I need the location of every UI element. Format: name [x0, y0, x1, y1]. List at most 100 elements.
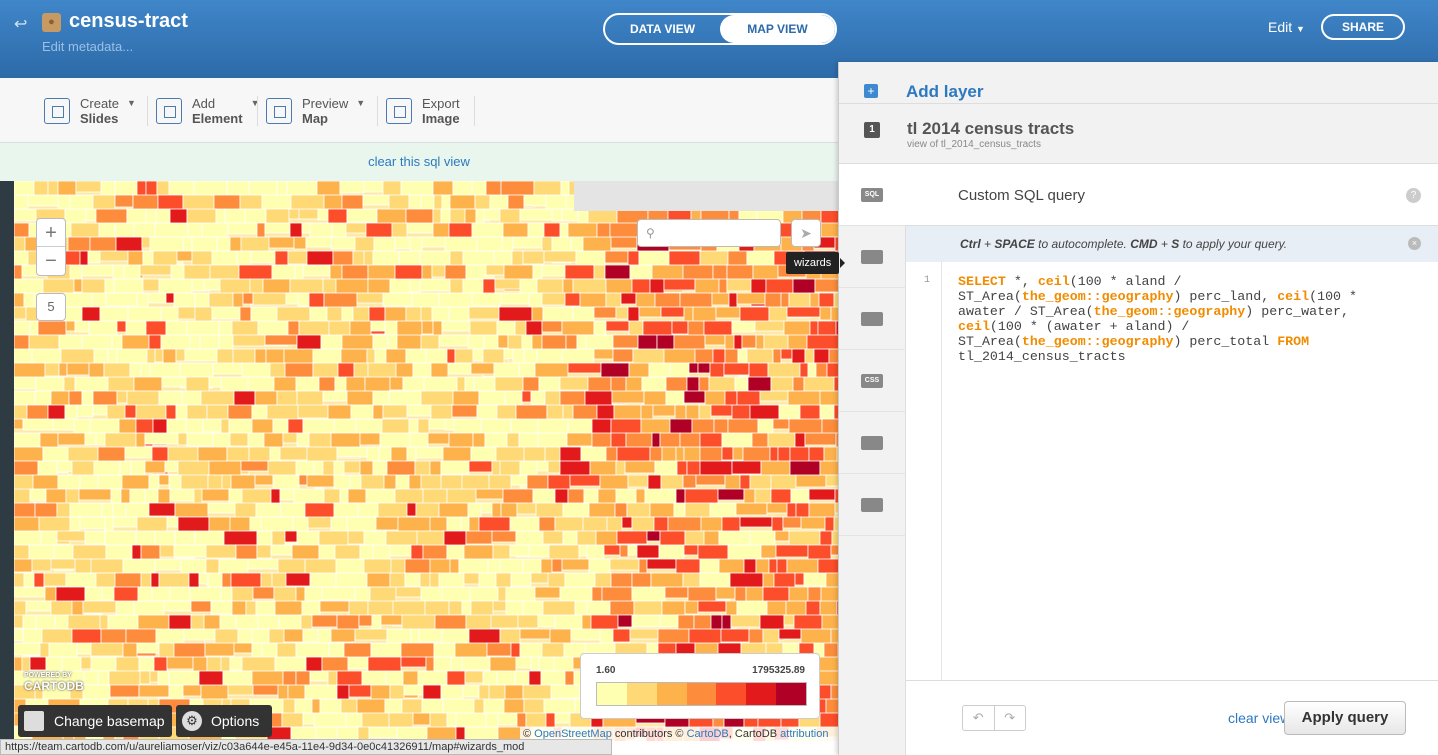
census-tract-shape: [361, 670, 387, 686]
census-tract-shape: [347, 656, 369, 670]
preview-map-button[interactable]: Preview Map ▼: [266, 94, 365, 128]
census-tract-shape: [593, 348, 614, 360]
census-tract-shape: [81, 264, 114, 277]
apply-query-button[interactable]: Apply query: [1284, 701, 1406, 735]
census-tract-shape: [774, 530, 790, 542]
options-label: Options: [211, 713, 260, 729]
tab-map-view[interactable]: MAP VIEW: [720, 15, 835, 43]
census-tract-shape: [50, 558, 76, 570]
sql-keyword: SELECT: [958, 274, 1006, 289]
zoom-in-button[interactable]: +: [37, 219, 65, 247]
census-tract-shape: [227, 222, 258, 235]
tab-legend[interactable]: [839, 412, 906, 474]
tab-wizard[interactable]: [839, 226, 906, 288]
census-tract-shape: [116, 320, 127, 333]
census-tract-shape: [581, 614, 592, 632]
census-tract-shape: [415, 446, 444, 459]
carto-link[interactable]: CartoDB: [687, 728, 729, 740]
census-tract-shape: [468, 306, 500, 320]
census-tract-shape: [564, 292, 581, 307]
lock-icon[interactable]: ●: [42, 13, 61, 32]
census-tract-shape: [14, 418, 24, 430]
census-tract-shape: [409, 278, 421, 293]
census-tract-shape: [198, 670, 224, 688]
help-icon[interactable]: ?: [1406, 188, 1421, 203]
add-layer-button[interactable]: Add layer: [906, 82, 983, 102]
census-tract-shape: [543, 250, 577, 263]
census-tract-shape: [294, 698, 313, 716]
census-tract-shape: [717, 488, 745, 501]
element-icon: [156, 98, 182, 124]
census-tract-shape: [704, 334, 726, 346]
census-tract-shape: [782, 516, 802, 529]
close-icon[interactable]: ×: [1408, 237, 1421, 250]
census-tract-shape: [335, 278, 369, 295]
clear-sql-view-link[interactable]: clear this sql view: [0, 143, 838, 181]
create-slides-button[interactable]: Create Slides ▼: [44, 94, 136, 128]
census-tract-shape: [503, 348, 514, 360]
census-tract-shape: [57, 181, 77, 197]
census-tract-shape: [168, 670, 200, 686]
clear-view-link[interactable]: clear view: [1228, 710, 1290, 726]
tab-sql[interactable]: SQL: [839, 164, 906, 226]
zoom-out-button[interactable]: −: [37, 247, 65, 275]
census-tract-shape: [366, 572, 391, 590]
back-arrow-icon[interactable]: ↩: [14, 14, 27, 34]
census-tract-shape: [627, 474, 649, 488]
census-tract-shape: [389, 684, 405, 702]
tab-filters[interactable]: [839, 474, 906, 536]
edit-dropdown[interactable]: Edit ▼: [1268, 19, 1305, 35]
search-icon: ⚲: [646, 226, 655, 240]
census-tract-shape: [44, 586, 57, 602]
census-tract-shape: [562, 530, 578, 548]
census-tract-shape: [446, 670, 466, 687]
change-basemap-button[interactable]: Change basemap: [18, 705, 172, 737]
tab-infowindow[interactable]: [839, 288, 906, 350]
census-tract-shape: [84, 432, 97, 446]
sql-editor[interactable]: 1 SELECT *, ceil(100 * aland / ST_Area(th…: [906, 262, 1438, 680]
tab-css[interactable]: CSS: [839, 350, 906, 412]
census-tract-shape: [496, 404, 517, 420]
census-tract-shape: [43, 572, 67, 587]
share-location-button[interactable]: ➤: [791, 219, 821, 247]
census-tract-shape: [322, 390, 348, 402]
census-tract-shape: [268, 236, 295, 249]
map-search-input[interactable]: [662, 223, 774, 243]
census-tract-shape: [199, 334, 220, 350]
sql-keyword: the_geom::geography: [1021, 289, 1174, 304]
census-tract-shape: [612, 628, 631, 643]
undo-button[interactable]: ↶: [963, 706, 995, 730]
export-image-button[interactable]: Export Image: [386, 94, 460, 128]
census-tract-shape: [516, 502, 537, 515]
census-tract-shape: [25, 600, 52, 612]
census-tract-shape: [620, 292, 637, 305]
code-line: ceil(100 * (awater + aland) /: [958, 319, 1428, 334]
map-search[interactable]: ⚲: [637, 219, 781, 247]
attribution-link[interactable]: attribution: [780, 728, 828, 740]
tool-label: Export: [422, 96, 460, 111]
census-tract-shape: [648, 362, 671, 378]
add-layer-row[interactable]: + Add layer: [839, 62, 1438, 104]
edit-metadata-link[interactable]: Edit metadata...: [42, 39, 133, 54]
legend-swatch: [626, 683, 657, 705]
census-tract-shape: [463, 572, 480, 585]
layer-name[interactable]: tl 2014 census tracts: [907, 119, 1074, 139]
options-button[interactable]: ⚙ Options: [176, 705, 272, 737]
census-tract-shape: [509, 544, 530, 557]
census-tract-shape: [302, 712, 315, 725]
census-tract-shape: [14, 586, 46, 598]
share-button[interactable]: SHARE: [1321, 14, 1405, 40]
page-title[interactable]: census-tract: [69, 10, 188, 33]
tab-data-view[interactable]: DATA VIEW: [605, 15, 720, 43]
add-element-button[interactable]: Add Element ▼: [156, 94, 260, 128]
census-tract-shape: [551, 208, 563, 222]
redo-button[interactable]: ↷: [995, 706, 1026, 730]
sql-code[interactable]: SELECT *, ceil(100 * aland / ST_Area(the_…: [958, 274, 1428, 364]
census-tract-shape: [394, 236, 411, 250]
census-tract-shape: [687, 586, 717, 603]
census-tract-shape: [31, 558, 52, 572]
plus-icon: +: [864, 84, 878, 98]
census-tract-shape: [412, 362, 432, 378]
census-tract-shape: [512, 236, 543, 249]
census-tract-shape: [731, 404, 751, 421]
